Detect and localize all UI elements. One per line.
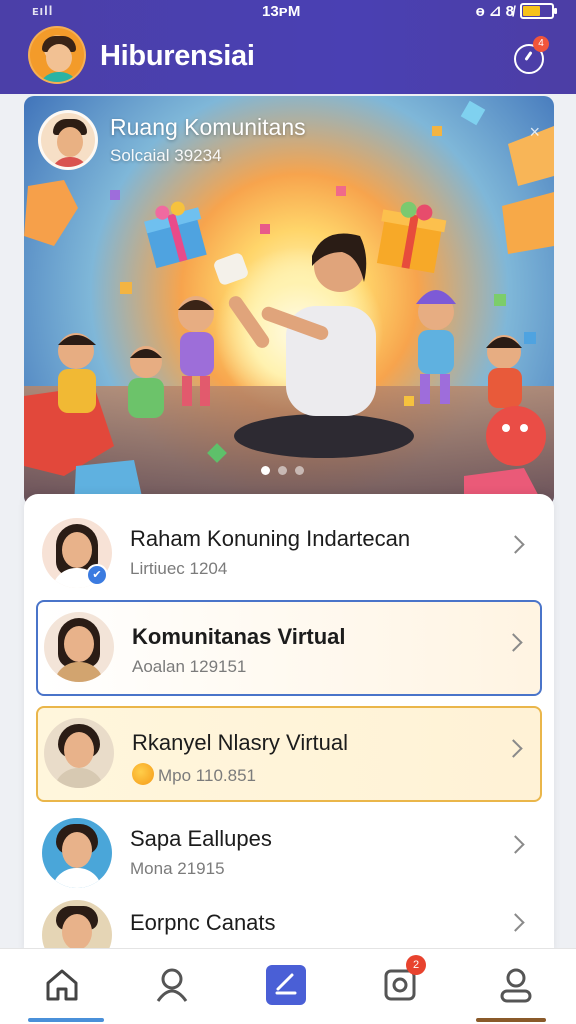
edit-square-icon[interactable] [264,963,308,1007]
status-icons: ɵ ⊿ 8̸ [475,2,557,20]
battery-icon [520,3,557,19]
hero-illustration [24,100,554,506]
battery-level [523,6,540,16]
bottom-navigation: 2 [0,948,576,1024]
chevron-right-icon [506,913,525,932]
list-item[interactable]: Komunitanas Virtual Aoalan 129151 [36,600,542,696]
active-tab-indicator [28,1018,104,1022]
notification-icon[interactable]: 2 [378,955,426,1007]
profile-outline-icon[interactable] [150,963,194,1007]
carousel-dot[interactable] [261,466,270,475]
community-avatar[interactable] [38,110,98,170]
avatar [44,612,114,682]
signal-indicator: ᴇıll [32,3,54,18]
hero-subtitle: Solcaial 39234 [110,146,222,165]
status-icons-text: ɵ ⊿ 8̸ [475,3,514,20]
carousel-dot[interactable] [295,466,304,475]
list-item-subtitle-text: Mpo 110.851 [158,766,256,785]
list-item-subtitle: Lirtiuec 1204 [130,559,228,578]
chevron-right-icon [504,739,523,758]
app-title: Hiburensiai [100,40,255,72]
chevron-right-icon [506,835,525,854]
avatar [44,718,114,788]
list-item[interactable]: Eorpnc Canats [36,890,542,950]
avatar [42,818,112,888]
list-item[interactable]: Rkanyel Nlasry Virtual Mpo 110.851 [36,706,542,802]
list-item-subtitle: Mpo 110.851 [132,763,256,786]
community-hero-banner[interactable]: Ruang Komunitans Solcaial 39234 × [24,96,554,506]
chevron-right-icon [506,535,525,554]
community-list: ✔ Raham Konuning Indartecan Lirtiuec 120… [24,494,554,954]
close-icon[interactable]: × [529,122,540,143]
list-item-subtitle: Aoalan 129151 [132,657,247,676]
list-item-name: Eorpnc Canats [130,910,276,935]
verified-badge-icon: ✔ [86,564,108,586]
chevron-right-icon [504,633,523,652]
list-item-name: Rkanyel Nlasry Virtual [132,730,349,755]
home-icon[interactable] [40,963,84,1007]
user-avatar[interactable] [28,26,86,84]
list-item-name: Sapa Eallupes [130,826,272,851]
account-icon[interactable] [494,963,538,1007]
list-item-name: Raham Konuning Indartecan [130,526,411,551]
carousel-dot[interactable] [278,466,287,475]
list-item-name: Komunitanas Virtual [132,624,346,649]
carousel-dots [261,466,304,475]
status-time: 13ᴘM [262,3,301,20]
notification-badge: 2 [406,955,426,975]
list-item-subtitle: Mona 21915 [130,859,225,878]
list-item[interactable]: Sapa Eallupes Mona 21915 [36,804,542,900]
hero-title: Ruang Komunitans [110,114,306,140]
notification-badge: 4 [533,36,549,52]
coin-icon [132,763,154,785]
app-header: ᴇıll 13ᴘM ɵ ⊿ 8̸ Hiburensiai 4 [0,0,576,94]
tab-indicator [476,1018,546,1022]
avatar [42,900,112,950]
list-item[interactable]: ✔ Raham Konuning Indartecan Lirtiuec 120… [36,504,542,600]
status-bar: ᴇıll 13ᴘM ɵ ⊿ 8̸ [0,0,576,24]
